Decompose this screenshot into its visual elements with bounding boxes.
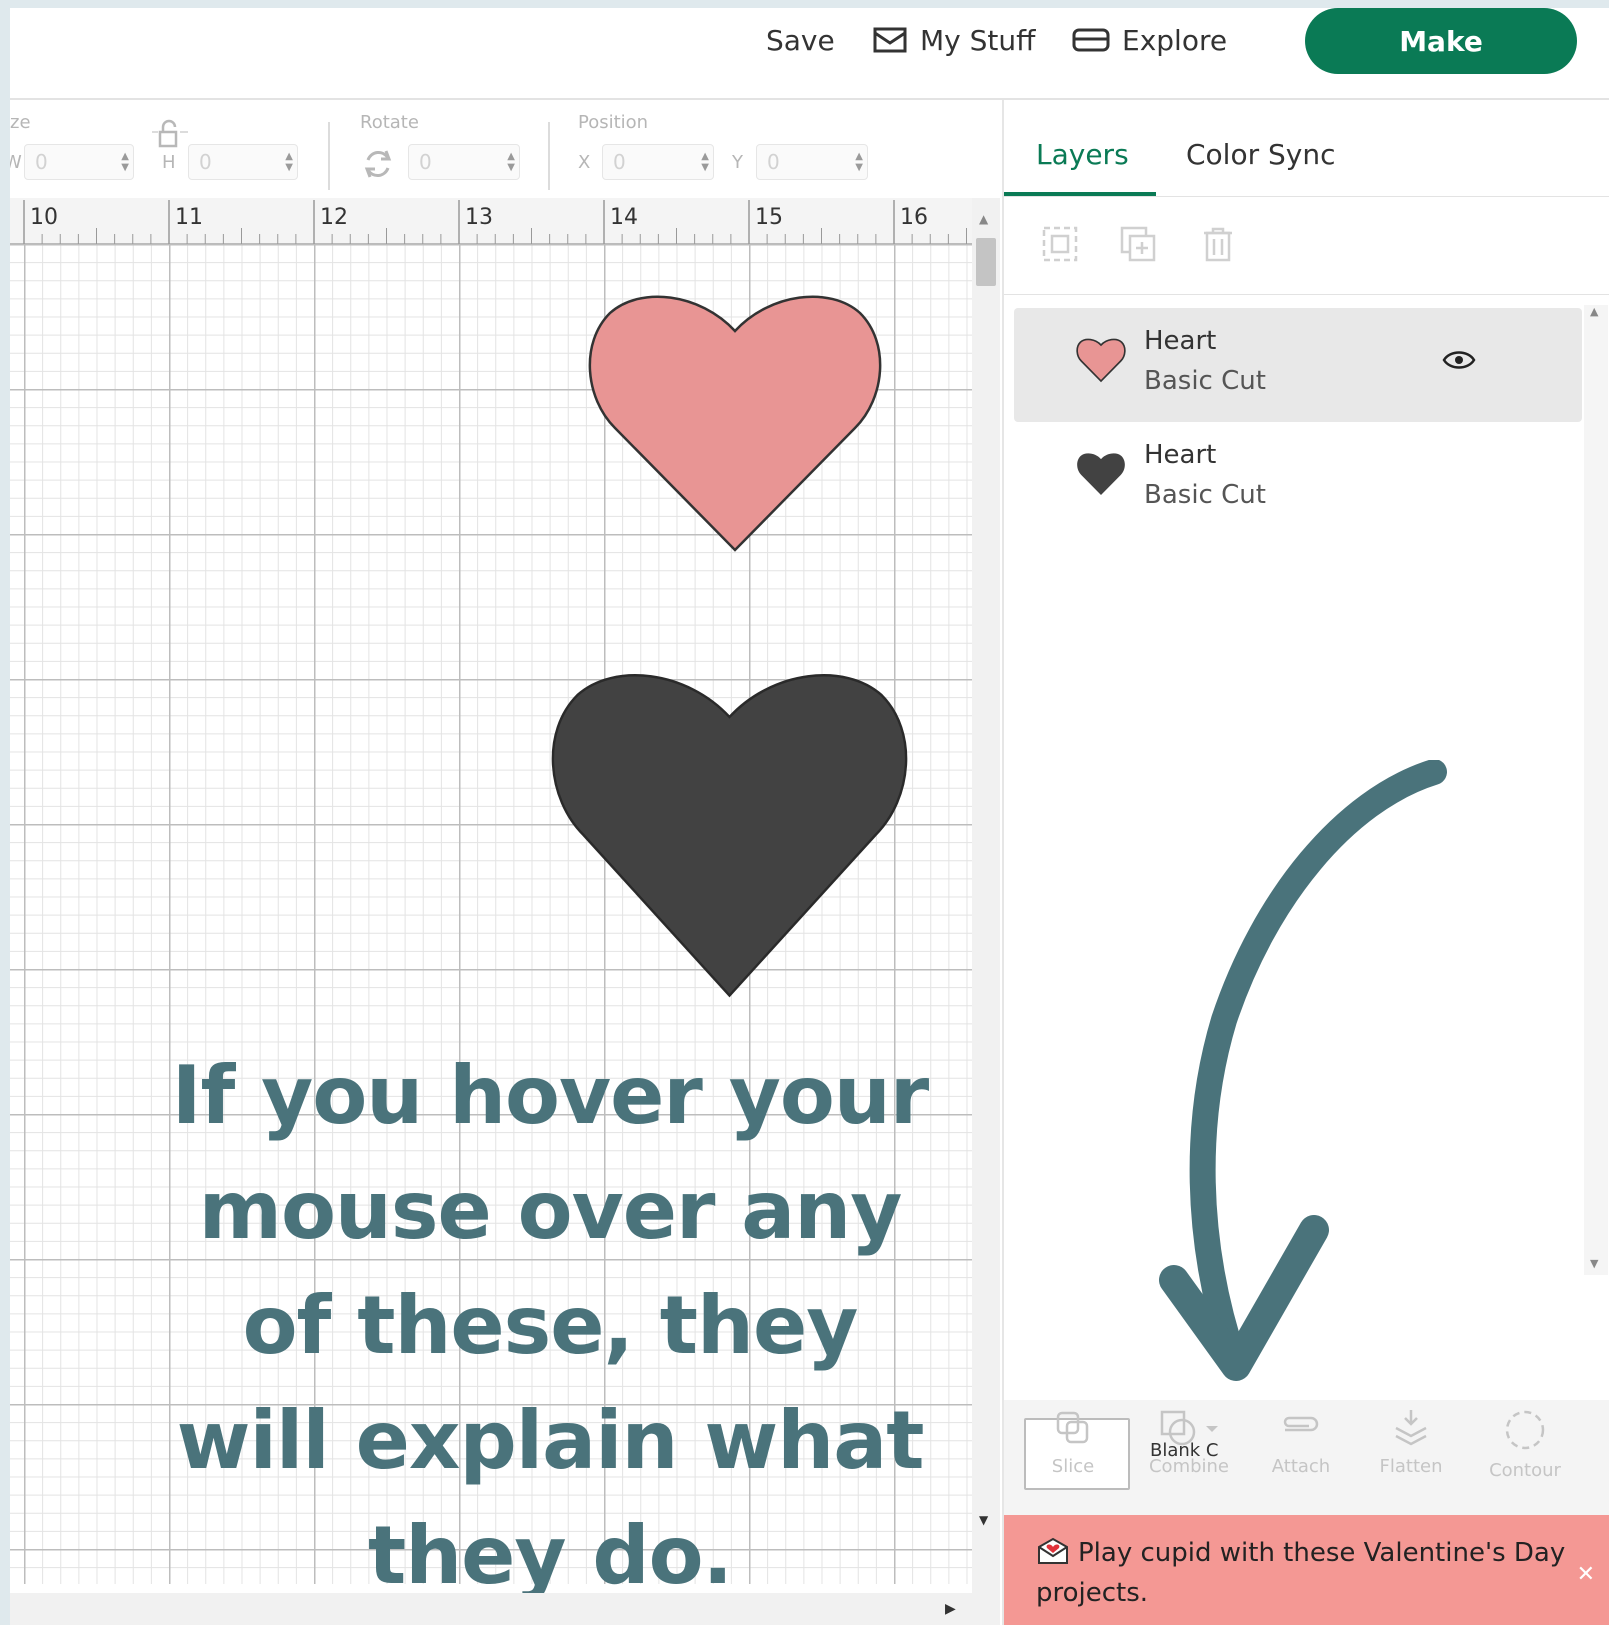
position-label: Position — [578, 112, 649, 133]
scroll-right-icon[interactable]: ▶ — [945, 1601, 956, 1617]
scroll-up-icon[interactable]: ▲ — [1590, 305, 1598, 318]
pink-heart-shape[interactable] — [585, 288, 885, 568]
rotate-stepper[interactable]: ▲ ▼ — [507, 151, 515, 173]
flatten-button[interactable]: Flatten — [1356, 1408, 1466, 1477]
ruler-ticks: 10 11 12 13 14 15 16 — [23, 200, 967, 244]
slice-button[interactable]: Slice — [1018, 1408, 1128, 1477]
layers-scrollbar[interactable]: ▲ ▼ — [1584, 305, 1608, 1275]
x-input[interactable]: 0 ▲ ▼ — [602, 144, 714, 180]
height-value: 0 — [199, 150, 212, 174]
canvas-horizontal-scrollbar[interactable]: ▶ — [10, 1593, 1000, 1625]
scroll-up-icon[interactable]: ▲ — [979, 212, 988, 226]
annotation-arrow-icon — [1159, 760, 1447, 1381]
combine-label: Combine — [1148, 1456, 1230, 1477]
horizontal-ruler: 10 11 12 13 14 15 16 — [10, 198, 972, 244]
flatten-label: Flatten — [1379, 1456, 1443, 1477]
x-label: X — [578, 152, 591, 173]
height-label: H — [162, 152, 176, 173]
eye-icon[interactable] — [1442, 348, 1476, 372]
ruler-label: 16 — [900, 205, 928, 230]
group-icon[interactable] — [1040, 224, 1080, 264]
rotate-value: 0 — [419, 150, 432, 174]
scroll-down-icon[interactable]: ▼ — [1590, 1257, 1598, 1270]
layer-operation: Basic Cut — [1144, 480, 1266, 510]
explore-button[interactable]: Explore — [1072, 18, 1227, 62]
layer-thumbnail-heart-icon — [1077, 453, 1125, 496]
rotate-label: Rotate — [360, 112, 419, 133]
dark-heart-shape[interactable] — [547, 660, 912, 1010]
layer-item[interactable]: Heart Basic Cut — [1014, 422, 1582, 536]
envelope-heart-icon — [1038, 1537, 1068, 1564]
ruler-label: 10 — [30, 205, 58, 230]
x-value: 0 — [613, 150, 626, 174]
combine-button[interactable]: Combine — [1134, 1408, 1244, 1477]
x-stepper[interactable]: ▲ ▼ — [701, 151, 709, 173]
ruler-label: 13 — [465, 205, 493, 230]
y-label: Y — [732, 152, 743, 173]
attach-icon — [1283, 1416, 1319, 1432]
y-value: 0 — [767, 150, 780, 174]
width-label: W — [10, 152, 22, 173]
tab-color-sync[interactable]: Color Sync — [1186, 138, 1336, 171]
toolbar-divider — [328, 122, 330, 190]
make-button[interactable]: Make — [1305, 8, 1577, 74]
layer-item[interactable]: Heart Basic Cut — [1014, 308, 1582, 422]
width-input[interactable]: 0 ▲ ▼ — [24, 144, 134, 180]
edit-toolbar: ze W 0 ▲▼ H 0 ▲▼ Rotate 0 ▲▼ Position — [10, 100, 1010, 196]
rotate-input[interactable]: 0 ▲ ▼ — [408, 144, 520, 180]
rotate-icon[interactable] — [360, 146, 396, 182]
layer-name: Heart — [1144, 440, 1217, 470]
width-stepper[interactable]: ▲ ▼ — [121, 151, 129, 173]
attach-label: Attach — [1271, 1456, 1331, 1477]
tab-layers[interactable]: Layers — [1036, 138, 1129, 171]
panel-divider — [1004, 294, 1609, 295]
my-stuff-label: My Stuff — [920, 23, 1036, 57]
tabs-divider — [1004, 196, 1609, 197]
flatten-icon — [1395, 1410, 1427, 1446]
design-canvas[interactable]: 10 11 12 13 14 15 16 If you hover your mouse o… — [10, 198, 972, 1625]
save-label: Save — [766, 23, 835, 57]
canvas-vertical-scrollbar[interactable]: ▲ ▼ — [972, 198, 1000, 1593]
lock-icon[interactable] — [150, 118, 190, 154]
close-icon[interactable]: ✕ — [1577, 1555, 1595, 1595]
contour-icon — [1505, 1410, 1545, 1450]
banner-text: Play cupid with these Valentine's Day pr… — [1036, 1538, 1566, 1608]
top-header: Save My Stuff Explore Make — [10, 8, 1609, 100]
ruler-label: 11 — [175, 205, 203, 230]
my-stuff-button[interactable]: My Stuff — [872, 18, 1035, 62]
promo-banner[interactable]: Play cupid with these Valentine's Day pr… — [1004, 1515, 1609, 1625]
make-label: Make — [1399, 24, 1483, 58]
contour-label: Contour — [1489, 1460, 1561, 1481]
ruler-label: 14 — [610, 205, 638, 230]
toolbar-divider — [548, 122, 550, 190]
duplicate-icon[interactable] — [1118, 224, 1158, 264]
ruler-label: 15 — [755, 205, 783, 230]
layer-thumbnail-heart-icon — [1076, 338, 1126, 383]
hover-tip-text: If you hover your mouse over any of thes… — [171, 1049, 929, 1602]
height-input[interactable]: 0 ▲ ▼ — [188, 144, 298, 180]
layer-name: Heart — [1144, 326, 1217, 356]
layer-operation: Basic Cut — [1144, 366, 1266, 396]
size-label: ze — [10, 112, 31, 133]
ruler-label: 12 — [320, 205, 348, 230]
explore-label: Explore — [1122, 23, 1228, 57]
delete-icon[interactable] — [1198, 224, 1238, 264]
contour-button[interactable]: Contour — [1470, 1408, 1580, 1481]
save-button[interactable]: Save — [766, 18, 835, 62]
combine-icon — [1160, 1410, 1218, 1446]
y-stepper[interactable]: ▲ ▼ — [855, 151, 863, 173]
height-stepper[interactable]: ▲ ▼ — [285, 151, 293, 173]
slice-label: Slice — [1051, 1456, 1095, 1477]
y-input[interactable]: 0 ▲ ▼ — [756, 144, 868, 180]
layers-panel: Layers Color Sync Heart Basic Cut Heart … — [1002, 100, 1609, 1625]
slice-icon — [1056, 1411, 1089, 1444]
explore-icon — [1072, 28, 1110, 52]
inbox-icon — [873, 27, 907, 53]
attach-button[interactable]: Attach — [1246, 1408, 1356, 1477]
scroll-down-icon[interactable]: ▼ — [979, 1513, 988, 1527]
app-window: Save My Stuff Explore Make ze W 0 ▲ ▼ H … — [10, 8, 1609, 1625]
scrollbar-thumb[interactable] — [976, 238, 996, 286]
width-value: 0 — [35, 150, 48, 174]
